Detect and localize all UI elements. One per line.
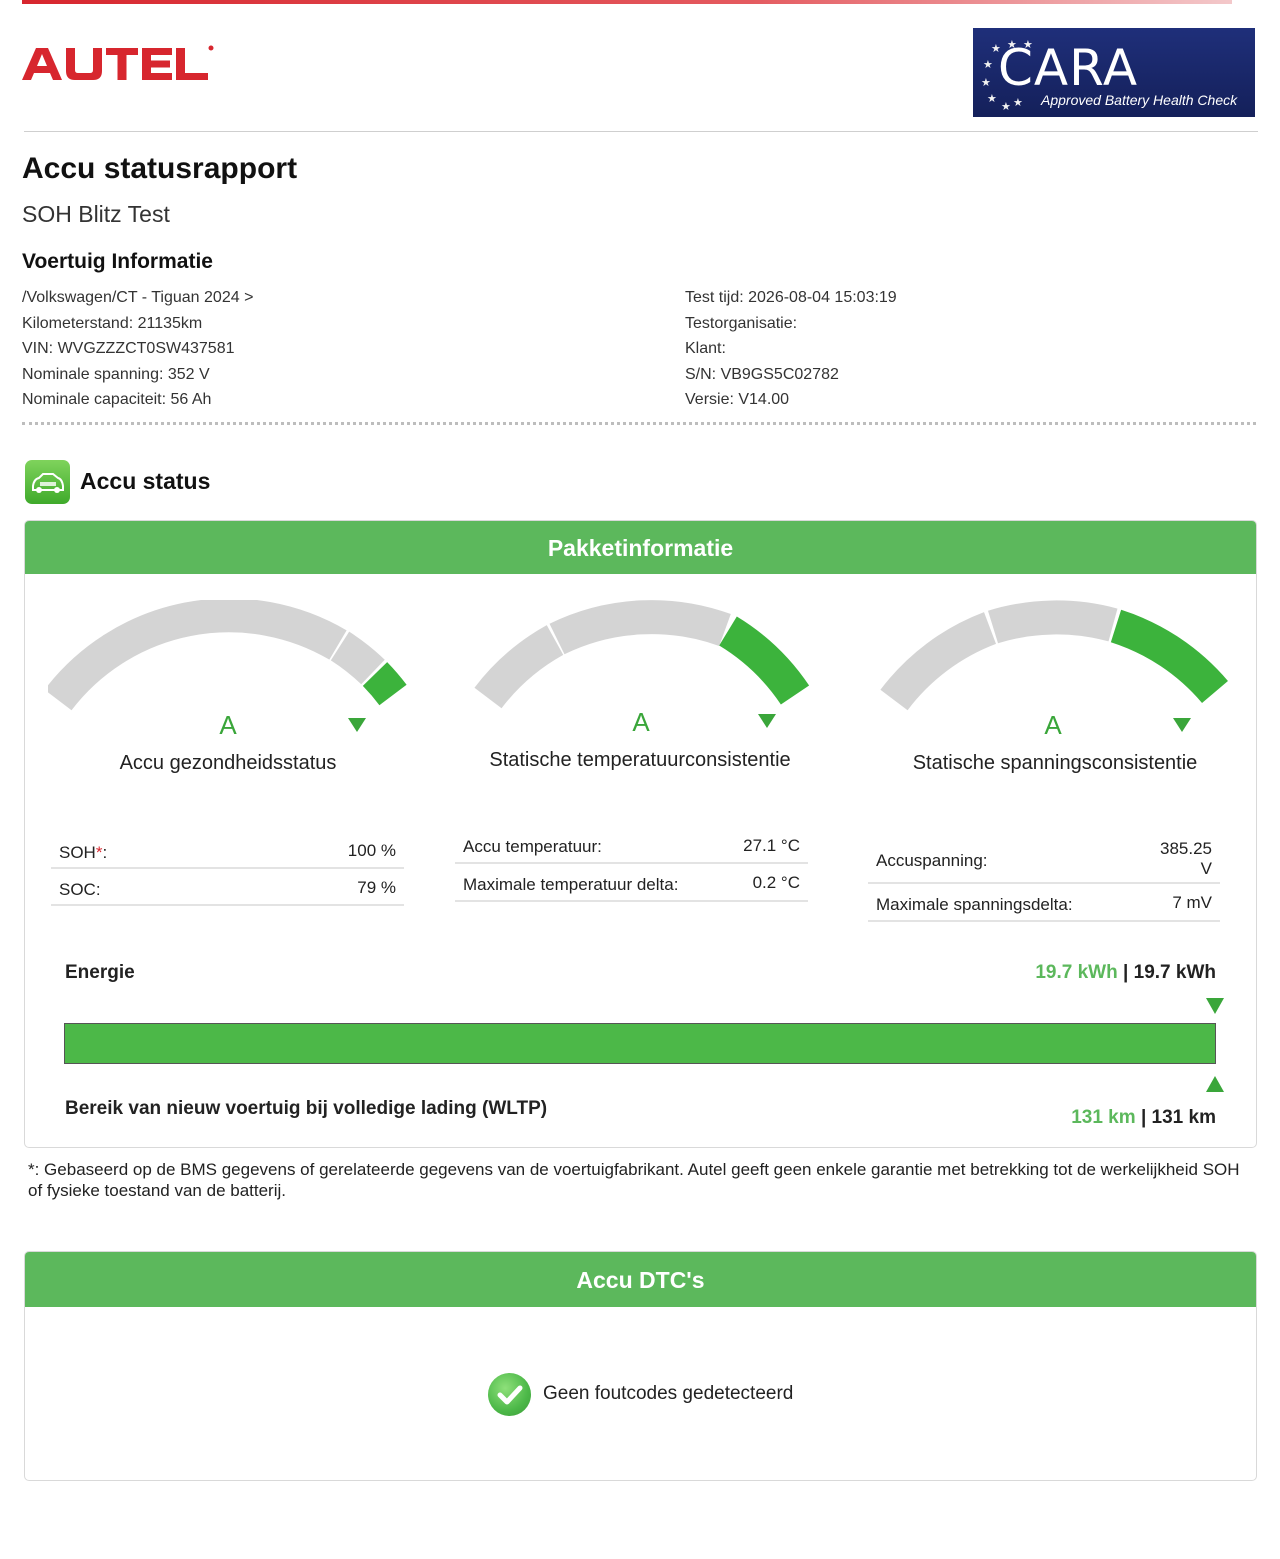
temperature-row: Accu temperatuur: 27.1 °C	[455, 826, 808, 864]
vehicle-info-left: /Volkswagen/CT - Tiguan 2024 > Kilometer…	[22, 285, 253, 413]
temperature-delta-key: Maximale temperatuur delta:	[463, 875, 679, 894]
nominal-voltage: Nominale spanning: 352 V	[22, 365, 210, 383]
voltage-value: 385.25 V	[1160, 839, 1212, 878]
soh-gauge-label: Accu gezondheidsstatus	[119, 752, 337, 774]
vehicle-info-right: Test tijd: 2026-08-04 15:03:19 Testorgan…	[685, 285, 897, 413]
no-dtc-message: Geen foutcodes gedetecteerd	[543, 1383, 794, 1404]
check-circle-icon	[488, 1373, 531, 1416]
star-icon: ★	[987, 93, 997, 105]
range-label: Bereik van nieuw voertuig bij volledige …	[65, 1098, 548, 1119]
gauge-pointer-icon	[348, 718, 366, 732]
star-icon: ★	[981, 77, 991, 89]
page-title: Accu statusrapport	[22, 152, 298, 185]
soc-row: SOC: 79 %	[51, 869, 404, 906]
range-value: 131 km | 131 km	[1071, 1107, 1216, 1128]
voltage-delta-row: Maximale spanningsdelta: 7 mV	[868, 884, 1220, 922]
footnote: *: Gebaseerd op de BMS gegevens of gerel…	[28, 1160, 1240, 1200]
voltage-grade: A	[1044, 710, 1062, 740]
soh-row: SOH*: 100 %	[51, 832, 404, 869]
package-info-header: Pakketinformatie	[25, 521, 1256, 574]
range-current: 131 km	[1071, 1107, 1136, 1128]
voltage-table: Accuspanning: 385.25 V Maximale spanning…	[868, 836, 1220, 922]
gauge-pointer-icon	[1173, 718, 1191, 732]
customer: Klant:	[685, 340, 726, 357]
car-battery-icon	[25, 460, 70, 504]
odometer: Kilometerstand: 21135km	[22, 314, 203, 332]
cara-subtitle: Approved Battery Health Check	[1041, 92, 1238, 108]
soc-key: SOC:	[59, 880, 101, 899]
voltage-key: Accuspanning:	[876, 851, 988, 870]
energy-label: Energie	[65, 962, 135, 983]
energy-current: 19.7 kWh	[1035, 962, 1118, 983]
cara-wordmark: CARA	[998, 39, 1139, 97]
test-organisation: Testorganisatie:	[685, 314, 798, 332]
temperature-key: Accu temperatuur:	[463, 837, 602, 856]
vehicle-model: /Volkswagen/CT - Tiguan 2024 >	[22, 289, 254, 306]
header-divider	[24, 131, 1258, 132]
cara-badge: ★ ★ ★ ★ ★ ★ ★ ★ CARA Approved Battery He…	[973, 28, 1255, 117]
energy-marker-icon	[1206, 998, 1224, 1014]
energy-value: 19.7 kWh | 19.7 kWh	[1035, 962, 1216, 983]
range-marker-icon	[1206, 1076, 1224, 1092]
voltage-delta-value: 7 mV	[1172, 893, 1212, 912]
energy-nominal: 19.7 kWh	[1133, 962, 1216, 983]
top-accent-line	[22, 0, 1232, 4]
soh-key: SOH*:	[59, 843, 108, 862]
dotted-divider	[22, 422, 1256, 425]
vehicle-info-heading: Voertuig Informatie	[22, 250, 213, 273]
nominal-capacity: Nominale capaciteit: 56 Ah	[22, 391, 212, 408]
dtc-header: Accu DTC's	[25, 1252, 1256, 1307]
serial-number: S/N: VB9GS5C02782	[685, 365, 839, 383]
temperature-gauge-label: Statische temperatuurconsistentie	[489, 749, 791, 771]
star-icon: ★	[1001, 101, 1011, 113]
version: Versie: V14.00	[685, 391, 790, 408]
energy-bar	[64, 1023, 1216, 1064]
battery-status-heading: Accu status	[80, 468, 211, 494]
soc-value: 79 %	[357, 878, 396, 897]
range-nominal: 131 km	[1151, 1107, 1216, 1128]
star-icon: ★	[983, 59, 993, 71]
temperature-table: Accu temperatuur: 27.1 °C Maximale tempe…	[455, 826, 808, 902]
temperature-delta-row: Maximale temperatuur delta: 0.2 °C	[455, 864, 808, 902]
voltage-delta-key: Maximale spanningsdelta:	[876, 895, 1073, 914]
gauge-pointer-icon	[758, 714, 776, 728]
dtc-panel: Accu DTC's	[24, 1251, 1257, 1481]
autel-logo	[20, 40, 220, 90]
temperature-grade: A	[632, 707, 650, 737]
soh-grade: A	[219, 710, 237, 740]
temperature-delta-value: 0.2 °C	[752, 873, 800, 892]
energy-bar-fill	[65, 1024, 1215, 1063]
vin: VIN: WVGZZZCT0SW437581	[22, 340, 235, 357]
soh-table: SOH*: 100 % SOC: 79 %	[51, 832, 404, 906]
temperature-value: 27.1 °C	[743, 836, 800, 855]
voltage-row: Accuspanning: 385.25 V	[868, 836, 1220, 884]
soh-value: 100 %	[347, 841, 396, 860]
voltage-gauge-label: Statische spanningsconsistentie	[912, 752, 1198, 774]
test-time: Test tijd: 2026-08-04 15:03:19	[685, 289, 897, 306]
page-subtitle: SOH Blitz Test	[22, 201, 170, 227]
